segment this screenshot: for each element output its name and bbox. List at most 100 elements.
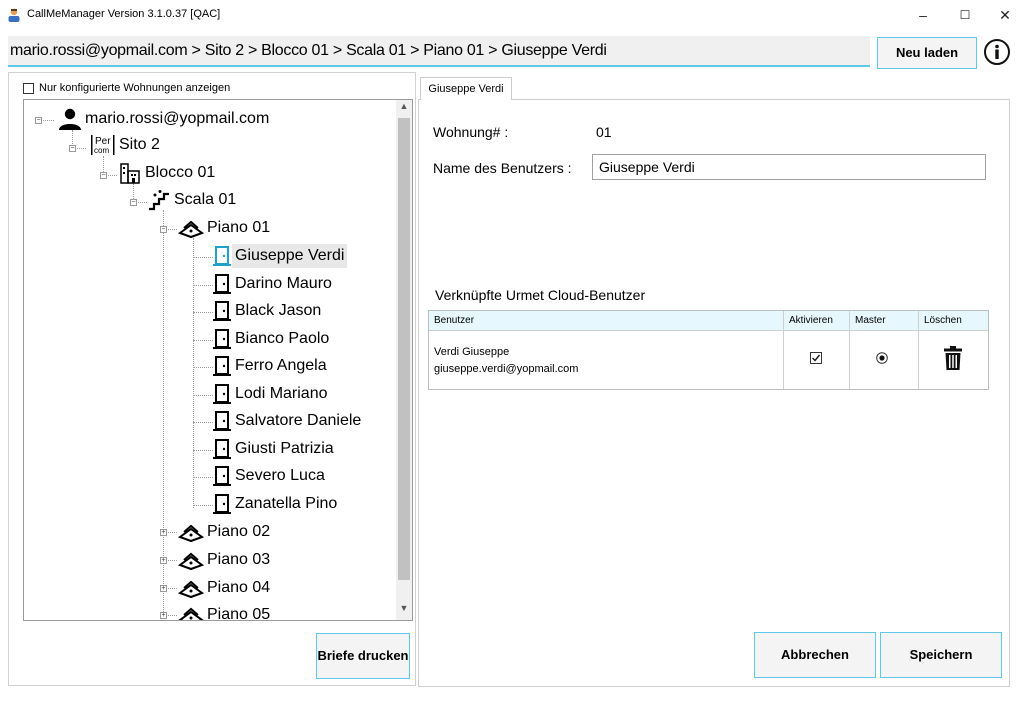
column-header-user: Benutzer	[429, 311, 784, 331]
tree-node-user[interactable]: Lodi Mariano	[212, 382, 331, 406]
collapse-stair-toggle[interactable]: −	[130, 199, 137, 206]
app-user-icon	[8, 8, 20, 22]
apartment-label: Wohnung# :	[433, 124, 509, 140]
tree-label: Darino Mauro	[235, 275, 332, 292]
tree-node-user[interactable]: Severo Luca	[212, 464, 328, 488]
door-icon	[213, 439, 231, 459]
tree-label: Scala 01	[174, 191, 237, 208]
trash-icon[interactable]	[943, 346, 963, 370]
tree-node-user[interactable]: Zanatella Pino	[212, 492, 340, 516]
door-icon	[213, 411, 231, 431]
person-icon	[59, 108, 81, 130]
tab-user[interactable]: Giuseppe Verdi	[420, 77, 512, 100]
door-icon	[213, 466, 231, 486]
collapse-site-toggle[interactable]: −	[69, 145, 76, 152]
username-label: Name des Benutzers :	[433, 160, 572, 176]
expand-floor-toggle[interactable]: +	[160, 585, 167, 592]
column-header-activate: Aktivieren	[784, 311, 850, 331]
apartment-tree[interactable]: − − − − − + + + + mario.rossi@yopmail.co…	[23, 99, 413, 621]
maximize-button[interactable]: ☐	[950, 4, 980, 26]
column-header-delete: Löschen	[919, 311, 988, 331]
door-icon	[213, 301, 231, 321]
tree-node-user[interactable]: Giusti Patrizia	[212, 437, 337, 461]
tree-node-floor[interactable]: Piano 02	[178, 520, 273, 544]
svg-text:com: com	[94, 146, 109, 155]
tree-label: Lodi Mariano	[235, 385, 328, 402]
expand-floor-toggle[interactable]: +	[160, 529, 167, 536]
scroll-up-arrow-icon[interactable]: ▲	[397, 101, 411, 115]
column-header-master: Master	[850, 311, 919, 331]
expand-floor-toggle[interactable]: +	[160, 557, 167, 564]
minimize-button[interactable]: –	[908, 4, 938, 26]
tree-label: Black Jason	[235, 302, 322, 319]
floor-icon	[178, 580, 204, 599]
tree-label: mario.rossi@yopmail.com	[85, 110, 270, 127]
expand-floor-toggle[interactable]: +	[160, 612, 167, 619]
floor-icon	[178, 220, 204, 239]
tree-node-floor[interactable]: Piano 04	[178, 576, 273, 600]
reload-button[interactable]: Neu laden	[877, 37, 977, 69]
apartment-value: 01	[596, 124, 612, 140]
tree-label: Ferro Angela	[235, 357, 327, 374]
door-icon	[213, 384, 231, 404]
info-icon[interactable]	[983, 38, 1011, 66]
scrollbar-thumb[interactable]	[398, 118, 410, 580]
floor-icon	[178, 524, 204, 543]
breadcrumb: mario.rossi@yopmail.com > Sito 2 > Blocc…	[10, 42, 607, 59]
tree-node-stair[interactable]: Scala 01	[147, 188, 239, 212]
tree-label: Blocco 01	[145, 164, 216, 181]
tree-node-floor[interactable]: Piano 03	[178, 548, 273, 572]
floor-icon	[178, 607, 204, 620]
collapse-block-toggle[interactable]: −	[100, 172, 107, 179]
tree-node-floor[interactable]: Piano 01	[178, 216, 273, 240]
stairs-icon	[149, 190, 169, 211]
tree-node-user[interactable]: Black Jason	[212, 299, 324, 323]
tree-label: Giusti Patrizia	[235, 440, 334, 457]
tree-node-account[interactable]: mario.rossi@yopmail.com	[58, 107, 272, 131]
tree-node-user[interactable]: Darino Mauro	[212, 272, 335, 296]
tree-node-user[interactable]: Salvatore Daniele	[212, 409, 364, 433]
tree-node-site[interactable]: Per com Sito 2	[90, 133, 163, 157]
tree-node-user[interactable]: Bianco Paolo	[212, 327, 332, 351]
linked-user-email: giuseppe.verdi@yopmail.com	[434, 363, 579, 375]
print-letters-button[interactable]: Briefe drucken	[316, 633, 410, 679]
tree-node-block[interactable]: Blocco 01	[118, 161, 218, 185]
detail-panel	[418, 99, 1010, 687]
tree-label: Sito 2	[119, 136, 160, 153]
collapse-account-toggle[interactable]: −	[35, 117, 42, 124]
username-input[interactable]: Giuseppe Verdi	[592, 154, 986, 180]
site-logo-icon: Per com	[91, 135, 115, 155]
tree-label: Bianco Paolo	[235, 330, 330, 347]
close-button[interactable]: ✕	[990, 4, 1016, 26]
cancel-button[interactable]: Abbrechen	[754, 632, 876, 678]
tree-label: Piano 04	[207, 579, 271, 596]
linked-users-title: Verknüpfte Urmet Cloud-Benutzer	[435, 287, 646, 303]
grid-row-user-cell[interactable]	[429, 331, 784, 389]
tree-node-floor[interactable]: Piano 05	[178, 603, 273, 621]
save-button[interactable]: Speichern	[880, 632, 1002, 678]
configured-only-label: Nur konfigurierte Wohnungen anzeigen	[39, 82, 231, 94]
activate-checkbox[interactable]	[810, 352, 822, 364]
door-icon	[213, 274, 231, 294]
tree-label: Piano 03	[207, 551, 271, 568]
door-icon	[213, 246, 231, 266]
door-icon	[213, 356, 231, 376]
tree-label: Piano 01	[207, 219, 271, 236]
scroll-down-arrow-icon[interactable]: ▼	[397, 603, 411, 617]
building-icon	[120, 163, 140, 184]
window-title: CallMeManager Version 3.1.0.37 [QAC]	[27, 8, 221, 20]
door-icon	[213, 494, 231, 514]
collapse-floor-toggle[interactable]: −	[160, 226, 167, 233]
door-icon	[213, 329, 231, 349]
tree-label: Giuseppe Verdi	[232, 244, 348, 268]
tree-label: Salvatore Daniele	[235, 412, 362, 429]
tree-node-user[interactable]: Ferro Angela	[212, 354, 330, 378]
tree-label: Zanatella Pino	[235, 495, 338, 512]
tree-label: Piano 05	[207, 606, 271, 621]
tree-label: Severo Luca	[235, 467, 325, 484]
tree-node-user-selected[interactable]: Giuseppe Verdi	[212, 244, 348, 268]
configured-only-checkbox[interactable]	[23, 83, 34, 94]
floor-icon	[178, 552, 204, 571]
master-radio[interactable]	[876, 352, 888, 364]
linked-user-name: Verdi Giuseppe	[434, 346, 510, 358]
